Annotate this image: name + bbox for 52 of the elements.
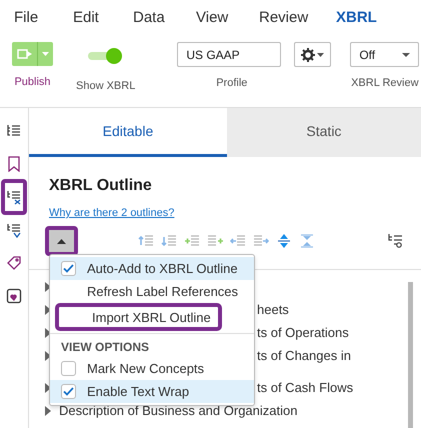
outline-item[interactable]: Description of Business and Organization (59, 403, 298, 418)
outline-item[interactable]: ts of Cash Flows (257, 380, 354, 395)
expand-arrow-icon[interactable] (45, 305, 51, 315)
settings-button[interactable] (294, 42, 332, 67)
tree-check-icon (6, 222, 22, 238)
checkbox[interactable] (61, 361, 76, 376)
menu-option[interactable]: Refresh Label References (50, 280, 254, 303)
menu-item[interactable]: View (196, 8, 259, 26)
sidebar-button[interactable] (1, 179, 27, 215)
tab[interactable]: Static (226, 108, 421, 157)
expand-arrow-icon[interactable] (45, 282, 51, 292)
show-xbrl-toggle[interactable] (88, 46, 124, 66)
tree-settings-icon[interactable] (387, 233, 403, 249)
profile-label: Profile (216, 77, 248, 89)
caret-icon (317, 52, 324, 56)
export-icon (16, 48, 32, 60)
expand-icon[interactable] (276, 234, 292, 248)
menu-item[interactable]: Review (259, 8, 336, 26)
checkbox[interactable] (61, 261, 76, 276)
outline-item[interactable]: ts of Changes in (257, 348, 351, 363)
menu-item[interactable]: XBRL (336, 8, 396, 26)
scrollbar[interactable] (408, 282, 413, 428)
caret-icon (42, 52, 49, 56)
bookmark-icon (7, 156, 21, 172)
menu-option[interactable]: Enable Text Wrap (50, 380, 254, 403)
xbrl-review-select[interactable]: Off (350, 42, 420, 67)
caret-icon (402, 52, 410, 56)
expand-arrow-icon[interactable] (45, 351, 51, 361)
checkbox[interactable] (61, 384, 76, 399)
outline-item[interactable]: ts of Operations (257, 325, 349, 340)
tree-x-icon (6, 189, 22, 205)
menu-option[interactable]: Auto-Add to XBRL Outline (50, 257, 254, 280)
menu-option[interactable]: Mark New Concepts (50, 357, 254, 380)
expand-arrow-icon[interactable] (45, 406, 51, 416)
settings-icon (301, 48, 316, 62)
publish-label: Publish (14, 76, 51, 88)
expand-arrow-icon[interactable] (45, 328, 51, 338)
outline-item[interactable]: heets (257, 302, 289, 317)
menu-item[interactable]: Data (133, 8, 196, 26)
menu-option[interactable]: Import XBRL Outline (55, 303, 222, 331)
menu-item[interactable]: File (14, 8, 73, 26)
expand-arrow-icon[interactable] (45, 383, 51, 393)
show-xbrl-label: Show XBRL (76, 80, 136, 92)
xbrl-review-label: XBRL Review (351, 77, 419, 89)
menu-heading: VIEW OPTIONS (60, 339, 150, 356)
help-link[interactable]: Why are there 2 outlines? (49, 207, 421, 219)
menu-button[interactable] (45, 226, 78, 256)
caret-icon (57, 238, 66, 244)
profile-field[interactable]: US GAAP (177, 42, 282, 67)
menu-item[interactable]: Edit (73, 8, 133, 26)
tags-icon (6, 255, 22, 271)
panel-title: XBRL Outline (49, 177, 153, 195)
